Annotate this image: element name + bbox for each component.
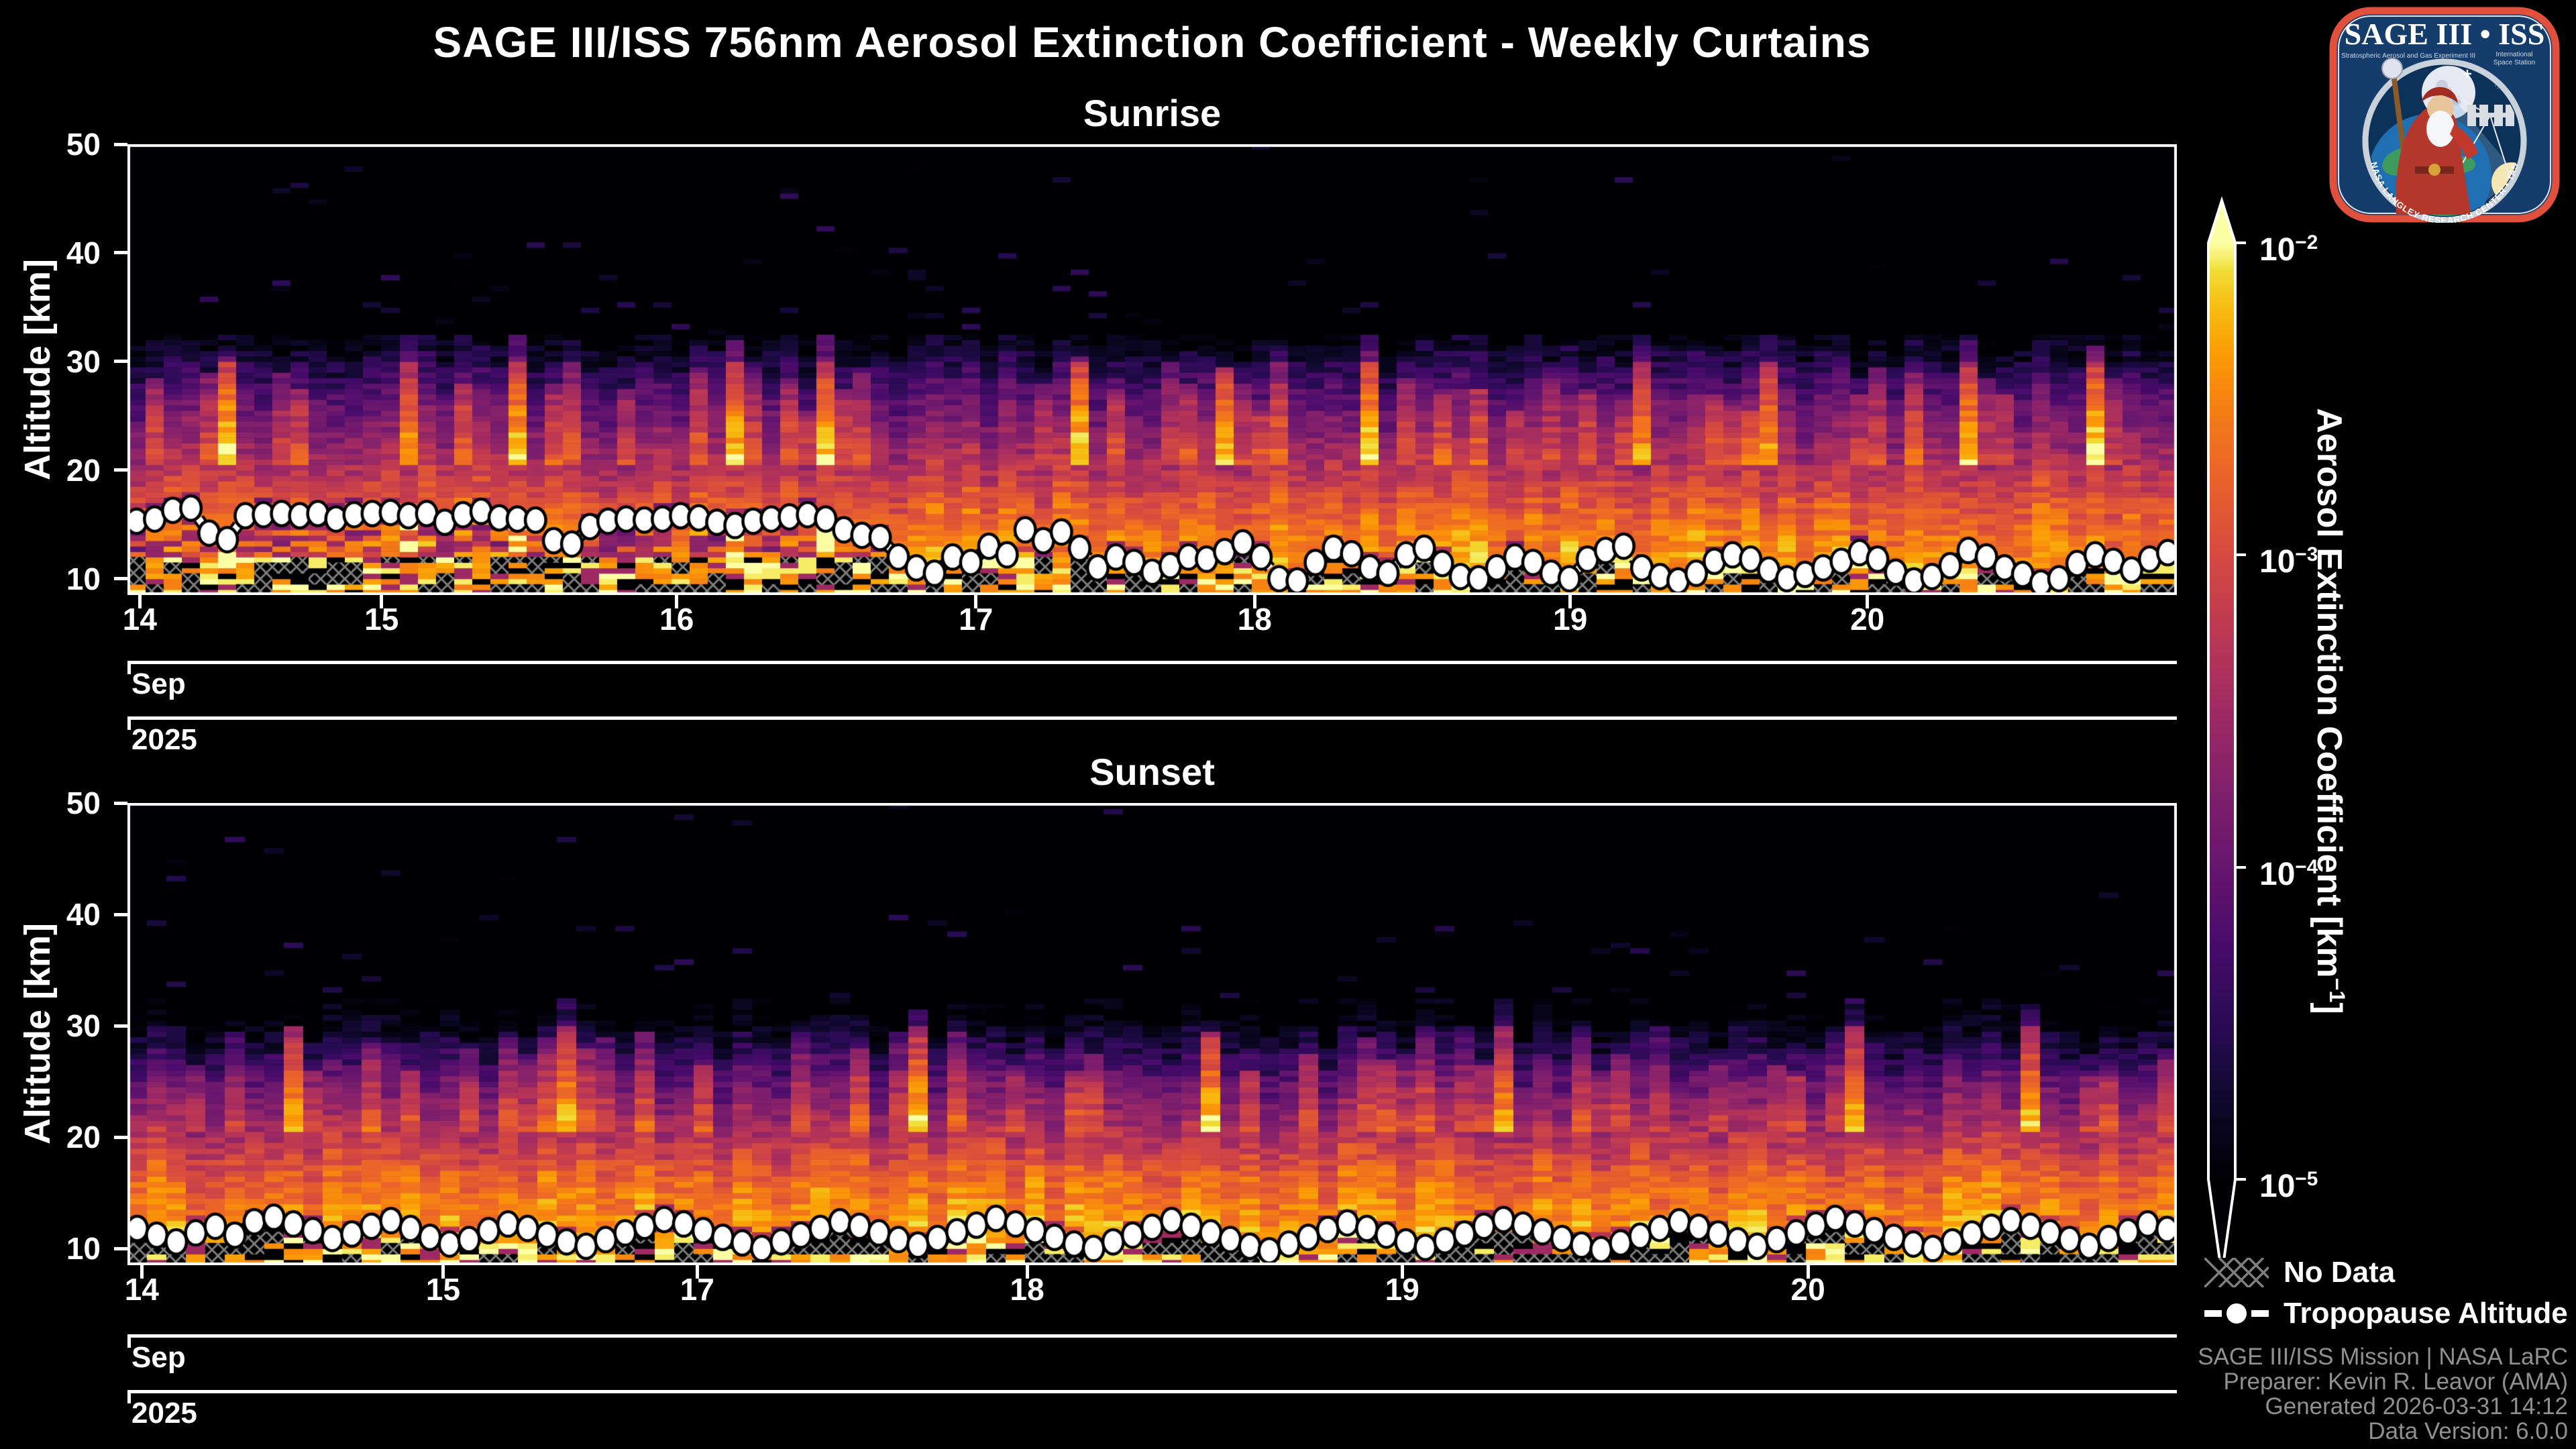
y-tick-label: 10 xyxy=(66,561,101,596)
colorbar-tick-1e-5: 10−5 xyxy=(2259,1168,2318,1204)
tropopause-label: Tropopause Altitude xyxy=(2284,1297,2568,1330)
y-tick-mark xyxy=(114,801,127,805)
y-tick-label: 30 xyxy=(66,343,101,379)
sunrise-plot-title: Sunrise xyxy=(1083,92,1222,134)
y-tick-label: 40 xyxy=(66,235,101,270)
x-tick-label: 17 xyxy=(959,602,994,637)
attribution-mission: SAGE III/ISS Mission | NASA LaRC xyxy=(2198,1344,2568,1370)
sunset-curtain-heatmap xyxy=(127,803,2177,1265)
patch-subtitle-right: International xyxy=(2496,51,2532,58)
attribution-preparer: Preparer: Kevin R. Leavor (AMA) xyxy=(2223,1368,2568,1395)
legend-row-no-data: No Data xyxy=(2204,1256,2395,1289)
x-tick-label: 20 xyxy=(1790,1272,1825,1307)
year-axis-line xyxy=(127,716,2177,720)
year-axis-label: 2025 xyxy=(131,1397,197,1430)
attribution-block: SAGE III/ISS Mission | NASA LaRC Prepare… xyxy=(2198,1344,2568,1444)
month-axis-line xyxy=(127,661,2177,664)
x-tick-label: 14 xyxy=(122,602,157,637)
attribution-generated: Generated 2026-03-31 14:12 xyxy=(2265,1393,2568,1419)
no-data-label: No Data xyxy=(2284,1256,2396,1289)
month-axis-label: Sep xyxy=(131,1341,186,1374)
svg-text:Space Station: Space Station xyxy=(2493,59,2535,66)
month-axis-tick xyxy=(127,1334,131,1348)
x-tick-label: 19 xyxy=(1553,602,1588,637)
dashboard: SAGE III/ISS 756nm Aerosol Extinction Co… xyxy=(0,0,2576,1449)
page-title: SAGE III/ISS 756nm Aerosol Extinction Co… xyxy=(433,18,1872,66)
y-tick-label: 50 xyxy=(66,127,101,162)
y-tick-mark xyxy=(114,142,127,146)
year-axis-label: 2025 xyxy=(131,723,197,756)
colorbar-tick-1e-2: 10−2 xyxy=(2259,231,2318,268)
x-tick-label: 19 xyxy=(1385,1272,1419,1307)
y-tick-mark xyxy=(114,1024,127,1028)
no-data-hatch-icon xyxy=(2204,1258,2269,1287)
y-tick-label: 10 xyxy=(66,1231,101,1267)
y-tick-mark xyxy=(114,360,127,364)
month-axis-label: Sep xyxy=(131,667,186,700)
y-tick-label: 40 xyxy=(66,897,101,932)
legend-row-tropopause: Tropopause Altitude xyxy=(2204,1297,2568,1330)
y-tick-mark xyxy=(114,1135,127,1139)
sunrise-curtain-heatmap xyxy=(127,144,2177,595)
year-axis-tick xyxy=(127,1390,131,1403)
year-axis-line xyxy=(127,1390,2177,1393)
x-tick-label: 20 xyxy=(1850,602,1885,637)
y-tick-label: 50 xyxy=(66,786,101,820)
y-tick-mark xyxy=(114,577,127,581)
x-tick-label: 18 xyxy=(1010,1272,1044,1307)
mission-patch-logo: SAGE III • ISS Stratospheric Aerosol and… xyxy=(2329,7,2560,223)
month-axis-line xyxy=(127,1334,2177,1338)
sunset-plot-title: Sunset xyxy=(1089,751,1215,793)
y-tick-mark xyxy=(114,1246,127,1250)
y-tick-label: 20 xyxy=(66,1120,101,1155)
x-tick-label: 16 xyxy=(659,602,694,637)
y-tick-label: 20 xyxy=(66,452,101,488)
year-axis-tick xyxy=(127,716,131,730)
x-tick-label: 14 xyxy=(124,1272,159,1307)
attribution-version: Data Version: 6.0.0 xyxy=(2368,1418,2568,1444)
colorbar xyxy=(2207,197,2246,1275)
x-tick-label: 15 xyxy=(364,602,399,637)
y-tick-label: 30 xyxy=(66,1008,101,1044)
x-tick-label: 17 xyxy=(680,1272,714,1307)
month-axis-tick xyxy=(127,661,131,674)
x-tick-label: 18 xyxy=(1237,602,1272,637)
colorbar-gradient-bar xyxy=(2207,197,2237,1275)
tropopause-line-icon xyxy=(2204,1303,2269,1324)
colorbar-axis-label: Aerosol Extinction Coefficient [km−1] xyxy=(2309,408,2350,1014)
patch-subtitle-left: Stratospheric Aerosol and Gas Experiment… xyxy=(2341,52,2475,60)
y-tick-mark xyxy=(114,912,127,916)
patch-title-text: SAGE III • ISS xyxy=(2345,17,2545,51)
y-tick-mark xyxy=(114,468,127,472)
x-tick-label: 15 xyxy=(425,1272,461,1307)
y-tick-mark xyxy=(114,251,127,255)
colorbar-tick-marks xyxy=(2235,241,2246,1181)
